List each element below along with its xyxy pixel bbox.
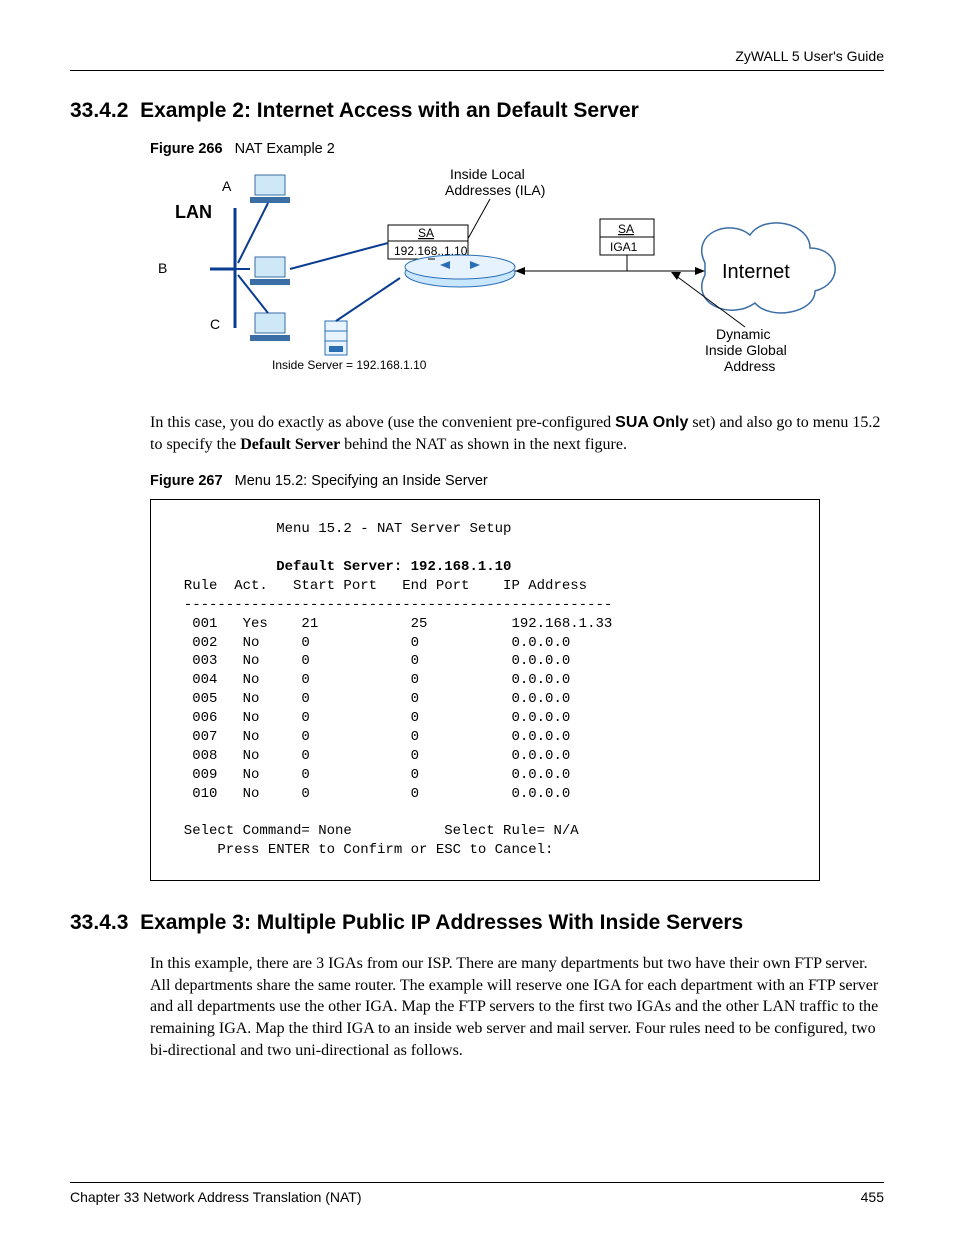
table-row: 008 No 0 0 0.0.0.0	[167, 748, 570, 764]
table-row: 003 No 0 0 0.0.0.0	[167, 653, 570, 669]
para1-bold2: Default Server	[240, 436, 340, 453]
svg-text:B: B	[158, 260, 167, 276]
table-row: 006 No 0 0 0.0.0.0	[167, 710, 570, 726]
ila-label-1: Inside Local	[450, 166, 525, 182]
computer-b-icon: B	[158, 257, 290, 285]
table-row: 009 No 0 0 0.0.0.0	[167, 767, 570, 783]
svg-text:SA: SA	[418, 226, 434, 240]
para1-post: behind the NAT as shown in the next figu…	[340, 436, 627, 453]
table-row: 002 No 0 0 0.0.0.0	[167, 635, 570, 651]
page-footer: Chapter 33 Network Address Translation (…	[70, 1182, 884, 1205]
iga-box: SA IGA1	[600, 219, 654, 271]
figure-label: Figure 266	[150, 141, 223, 157]
table-row: 010 No 0 0 0.0.0.0	[167, 786, 570, 802]
terminal-default-server: Default Server: 192.168.1.10	[167, 559, 511, 575]
ila-label-2: Addresses (ILA)	[445, 182, 545, 198]
router-box: SA 192.168..1.10	[388, 225, 468, 259]
section-number: 33.4.2	[70, 99, 128, 122]
terminal-divider: ----------------------------------------…	[167, 597, 612, 613]
figure-caption-text: NAT Example 2	[235, 141, 335, 157]
figure-266-diagram: LAN A B C	[150, 163, 884, 398]
table-row: 001 Yes 21 25 192.168.1.33	[167, 616, 612, 632]
terminal-line: Menu 15.2 - NAT Server Setup	[167, 521, 511, 537]
router-icon	[405, 255, 515, 287]
table-row: 007 No 0 0 0.0.0.0	[167, 729, 570, 745]
footer-chapter: Chapter 33 Network Address Translation (…	[70, 1189, 362, 1205]
section-number: 33.4.3	[70, 911, 128, 934]
para1-pre: In this case, you do exactly as above (u…	[150, 414, 615, 431]
dyn-label-3: Address	[724, 358, 775, 374]
figure-label: Figure 267	[150, 473, 223, 489]
para2-text: In this example, there are 3 IGAs from o…	[150, 953, 884, 1061]
section-title: Example 2: Internet Access with an Defau…	[140, 99, 639, 122]
dyn-label-2: Inside Global	[705, 342, 787, 358]
svg-text:IGA1: IGA1	[610, 240, 638, 254]
terminal-press: Press ENTER to Confirm or ESC to Cancel:	[167, 842, 553, 858]
svg-text:Inside Server = 192.168.1.10: Inside Server = 192.168.1.10	[272, 358, 427, 372]
svg-text:C: C	[210, 316, 220, 332]
dyn-label-1: Dynamic	[716, 326, 770, 342]
terminal-screenshot: Menu 15.2 - NAT Server Setup Default Ser…	[150, 499, 820, 881]
section-heading-2: 33.4.3 Example 3: Multiple Public IP Add…	[70, 911, 884, 935]
svg-text:Internet: Internet	[722, 261, 790, 283]
header-rule	[70, 70, 884, 71]
table-row: 004 No 0 0 0.0.0.0	[167, 672, 570, 688]
figure-267-caption: Figure 267 Menu 15.2: Specifying an Insi…	[150, 473, 884, 489]
footer-rule	[70, 1182, 884, 1183]
page: ZyWALL 5 User's Guide 33.4.2 Example 2: …	[0, 0, 954, 1235]
paragraph-2: In this example, there are 3 IGAs from o…	[150, 953, 884, 1061]
svg-text:A: A	[222, 178, 232, 194]
footer-page-number: 455	[861, 1189, 884, 1205]
diagram-lan-label: LAN	[175, 202, 212, 222]
section-heading-1: 33.4.2 Example 2: Internet Access with a…	[70, 99, 884, 123]
section-title: Example 3: Multiple Public IP Addresses …	[140, 911, 743, 934]
paragraph-1: In this case, you do exactly as above (u…	[150, 412, 884, 455]
figure-266-caption: Figure 266 NAT Example 2	[150, 141, 884, 157]
svg-text:SA: SA	[618, 222, 634, 236]
figure-caption-text: Menu 15.2: Specifying an Inside Server	[235, 473, 488, 489]
inside-server-icon: Inside Server = 192.168.1.10	[272, 278, 427, 372]
para1-bold1: SUA Only	[615, 414, 688, 431]
running-head: ZyWALL 5 User's Guide	[70, 48, 884, 64]
internet-cloud-icon: Internet	[702, 223, 835, 313]
terminal-select: Select Command= None Select Rule= N/A	[167, 823, 579, 839]
computer-a-icon: A	[222, 175, 290, 263]
table-row: 005 No 0 0 0.0.0.0	[167, 691, 570, 707]
terminal-header: Rule Act. Start Port End Port IP Address	[167, 578, 587, 594]
